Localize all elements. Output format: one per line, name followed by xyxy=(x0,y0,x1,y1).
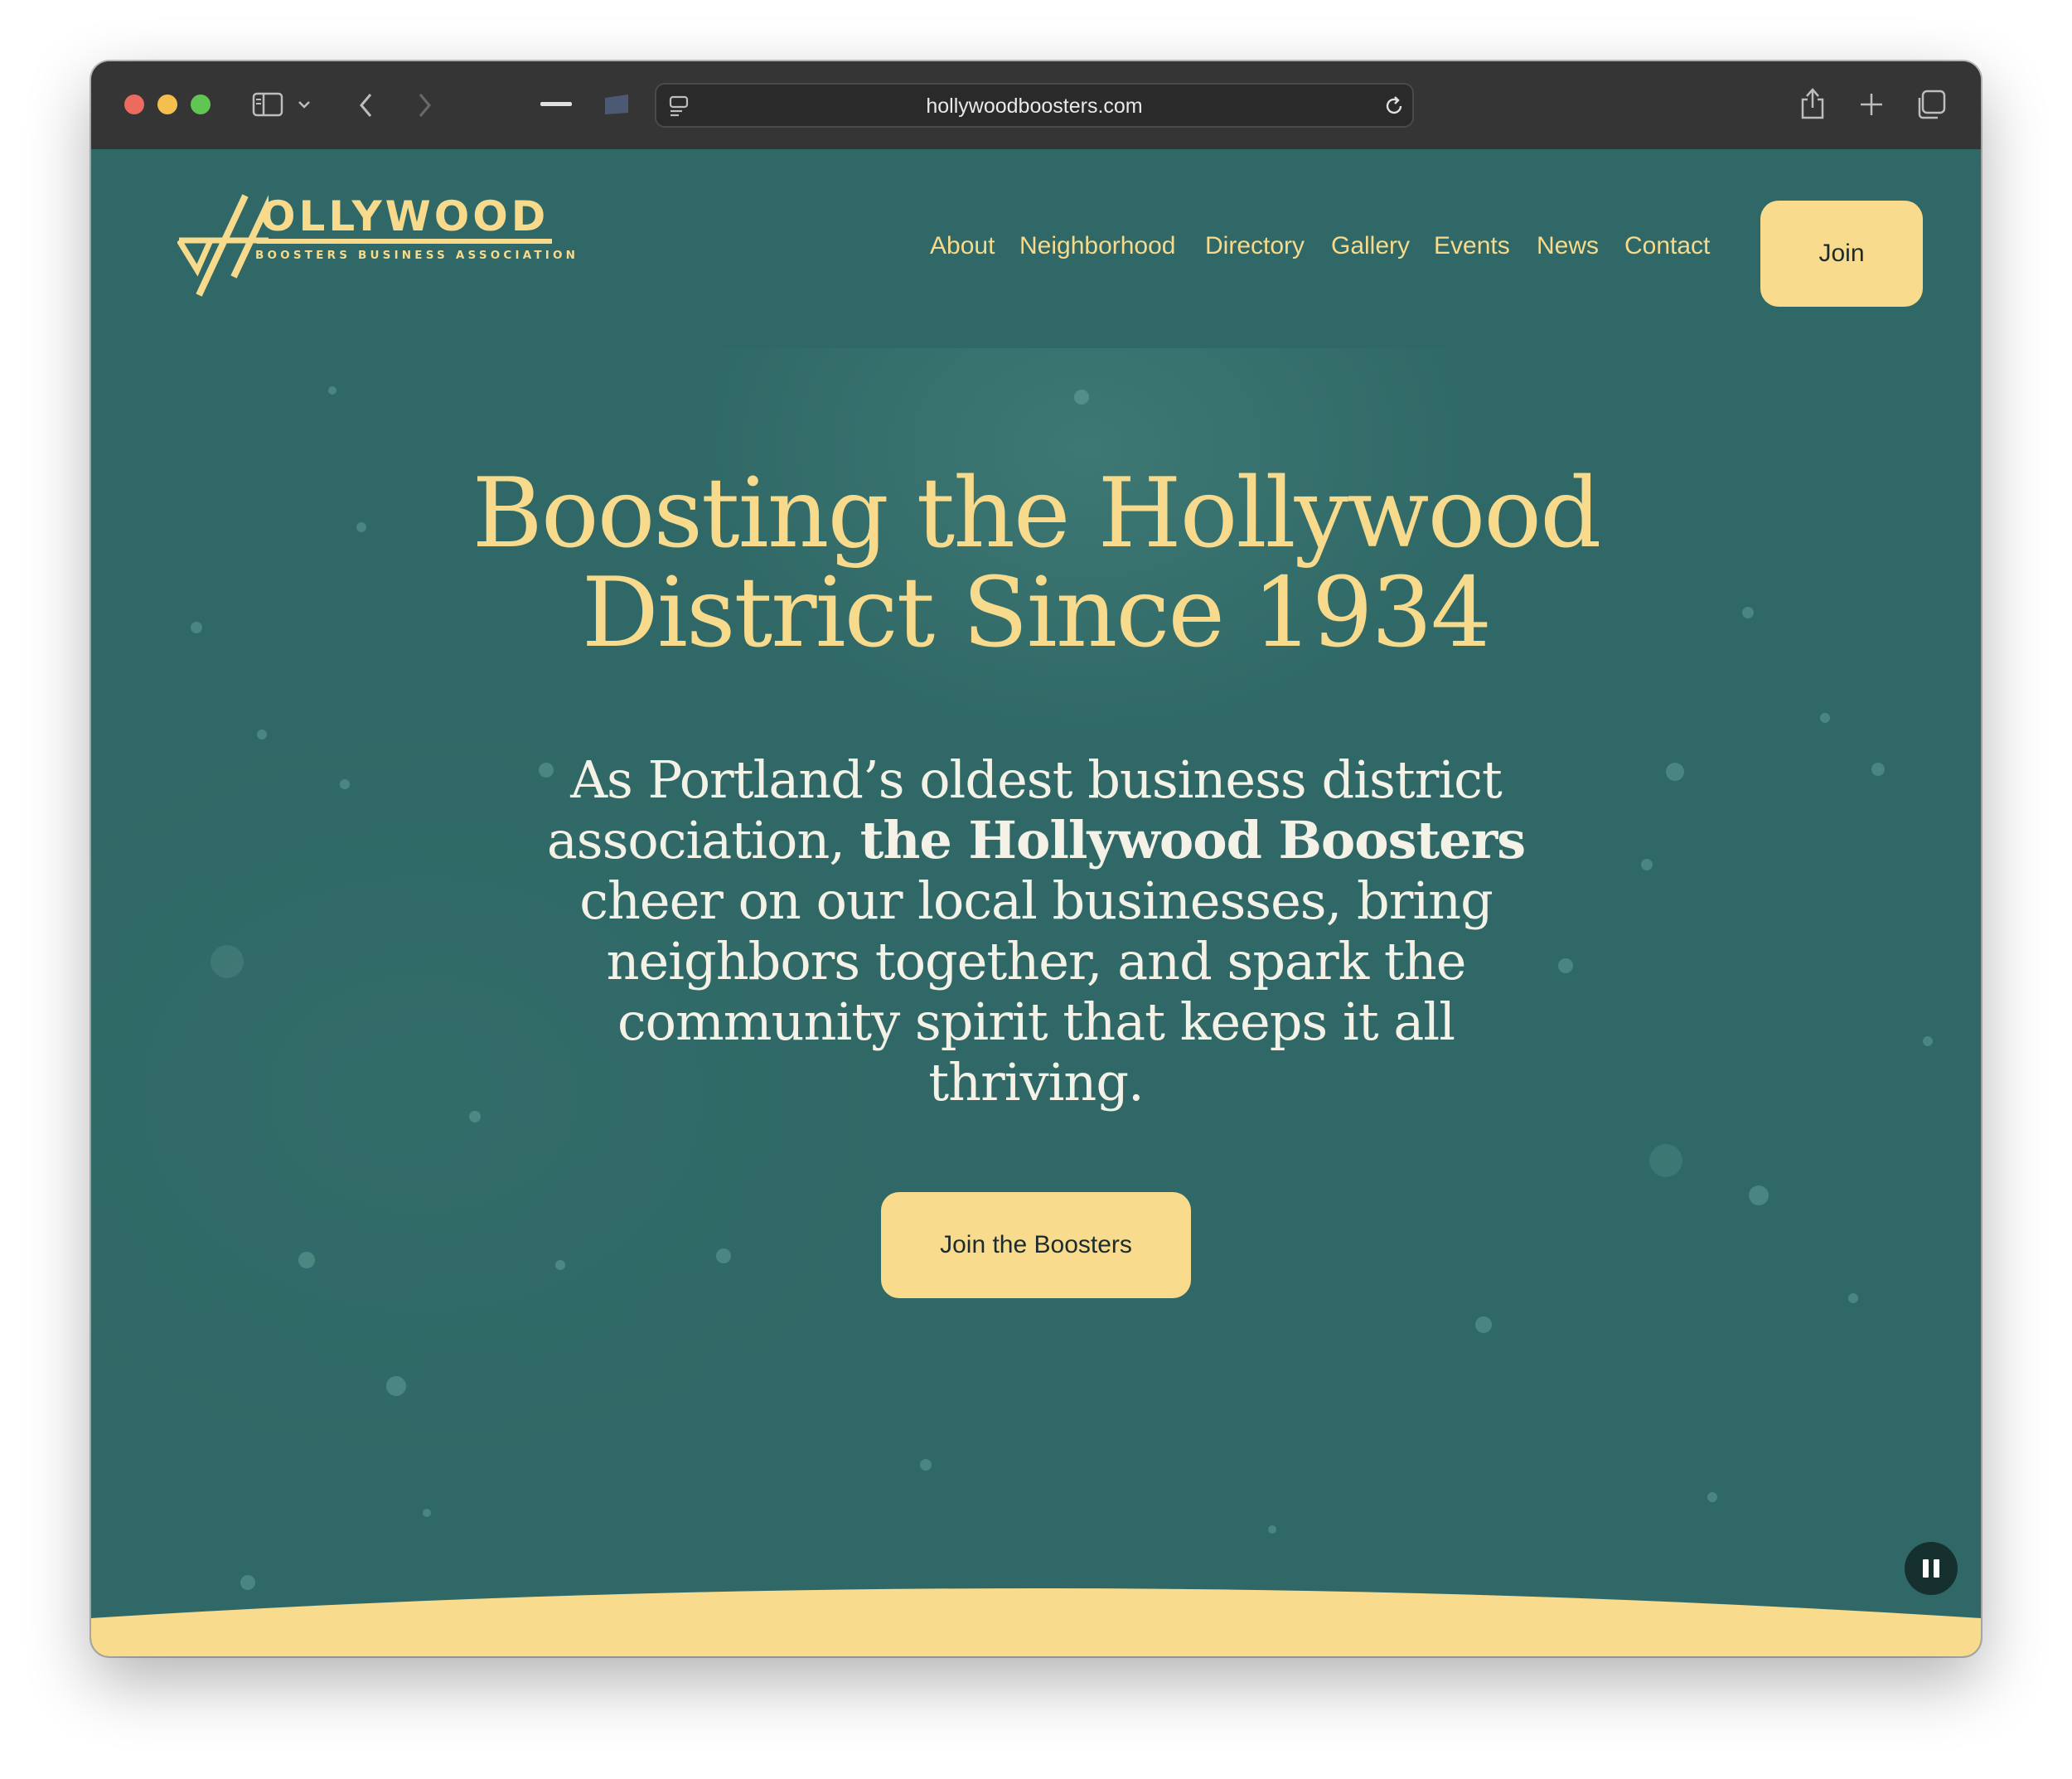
hero-section: Boosting the Hollywood District Since 19… xyxy=(91,348,1981,1656)
browser-toolbar: hollywoodboosters.com xyxy=(91,61,1981,151)
tab-overview-icon[interactable] xyxy=(1915,88,1948,121)
hero-bottom-wave xyxy=(91,1588,1981,1656)
nav-gallery[interactable]: Gallery xyxy=(1331,232,1410,260)
site-logo[interactable]: OLLYWOOD BOOSTERS BUSINESS ASSOCIATION xyxy=(177,192,575,308)
sidebar-icon[interactable] xyxy=(252,91,285,118)
reload-icon[interactable] xyxy=(1382,95,1406,118)
logo-rule xyxy=(257,239,552,244)
hero-lead: As Portland’s oldest business district a… xyxy=(539,749,1533,1112)
nav-directory[interactable]: Directory xyxy=(1205,232,1305,260)
tab-indicator-icon xyxy=(540,101,574,108)
logo-subtitle: BOOSTERS BUSINESS ASSOCIATION xyxy=(255,249,579,262)
browser-window: hollywoodboosters.com OLLYWOOD BOOSTERS … xyxy=(91,61,1981,1656)
nav-contact[interactable]: Contact xyxy=(1624,232,1710,260)
chevron-down-icon[interactable] xyxy=(297,99,312,109)
hero-headline: Boosting the Hollywood District Since 19… xyxy=(290,464,1782,663)
share-icon[interactable] xyxy=(1798,86,1827,121)
hero-headline-line2: District Since 1934 xyxy=(581,557,1492,669)
hero-headline-line1: Boosting the Hollywood xyxy=(472,458,1602,570)
zoom-window-button[interactable] xyxy=(191,95,211,114)
chevron-right-icon[interactable] xyxy=(416,91,433,119)
hero-lead-emphasis: the Hollywood Boosters xyxy=(859,810,1526,870)
chevron-left-icon[interactable] xyxy=(358,91,375,119)
tab-favicon-icon[interactable] xyxy=(602,93,632,116)
hero-lead-text-end: cheer on our local businesses, bring nei… xyxy=(579,870,1493,1112)
site-header: OLLYWOOD BOOSTERS BUSINESS ASSOCIATION A… xyxy=(91,149,1981,348)
close-window-button[interactable] xyxy=(124,95,144,114)
url-text: hollywoodboosters.com xyxy=(926,95,1143,118)
minimize-window-button[interactable] xyxy=(157,95,177,114)
join-button[interactable]: Join xyxy=(1760,201,1923,307)
nav-events[interactable]: Events xyxy=(1434,232,1510,260)
logo-wordmark: OLLYWOOD xyxy=(260,192,549,240)
join-the-boosters-button[interactable]: Join the Boosters xyxy=(881,1192,1191,1298)
plus-icon[interactable] xyxy=(1858,91,1885,118)
nav-about[interactable]: About xyxy=(930,232,995,260)
nav-neighborhood[interactable]: Neighborhood xyxy=(1019,232,1175,260)
address-bar[interactable]: hollywoodboosters.com xyxy=(655,83,1414,128)
nav-news[interactable]: News xyxy=(1537,232,1599,260)
